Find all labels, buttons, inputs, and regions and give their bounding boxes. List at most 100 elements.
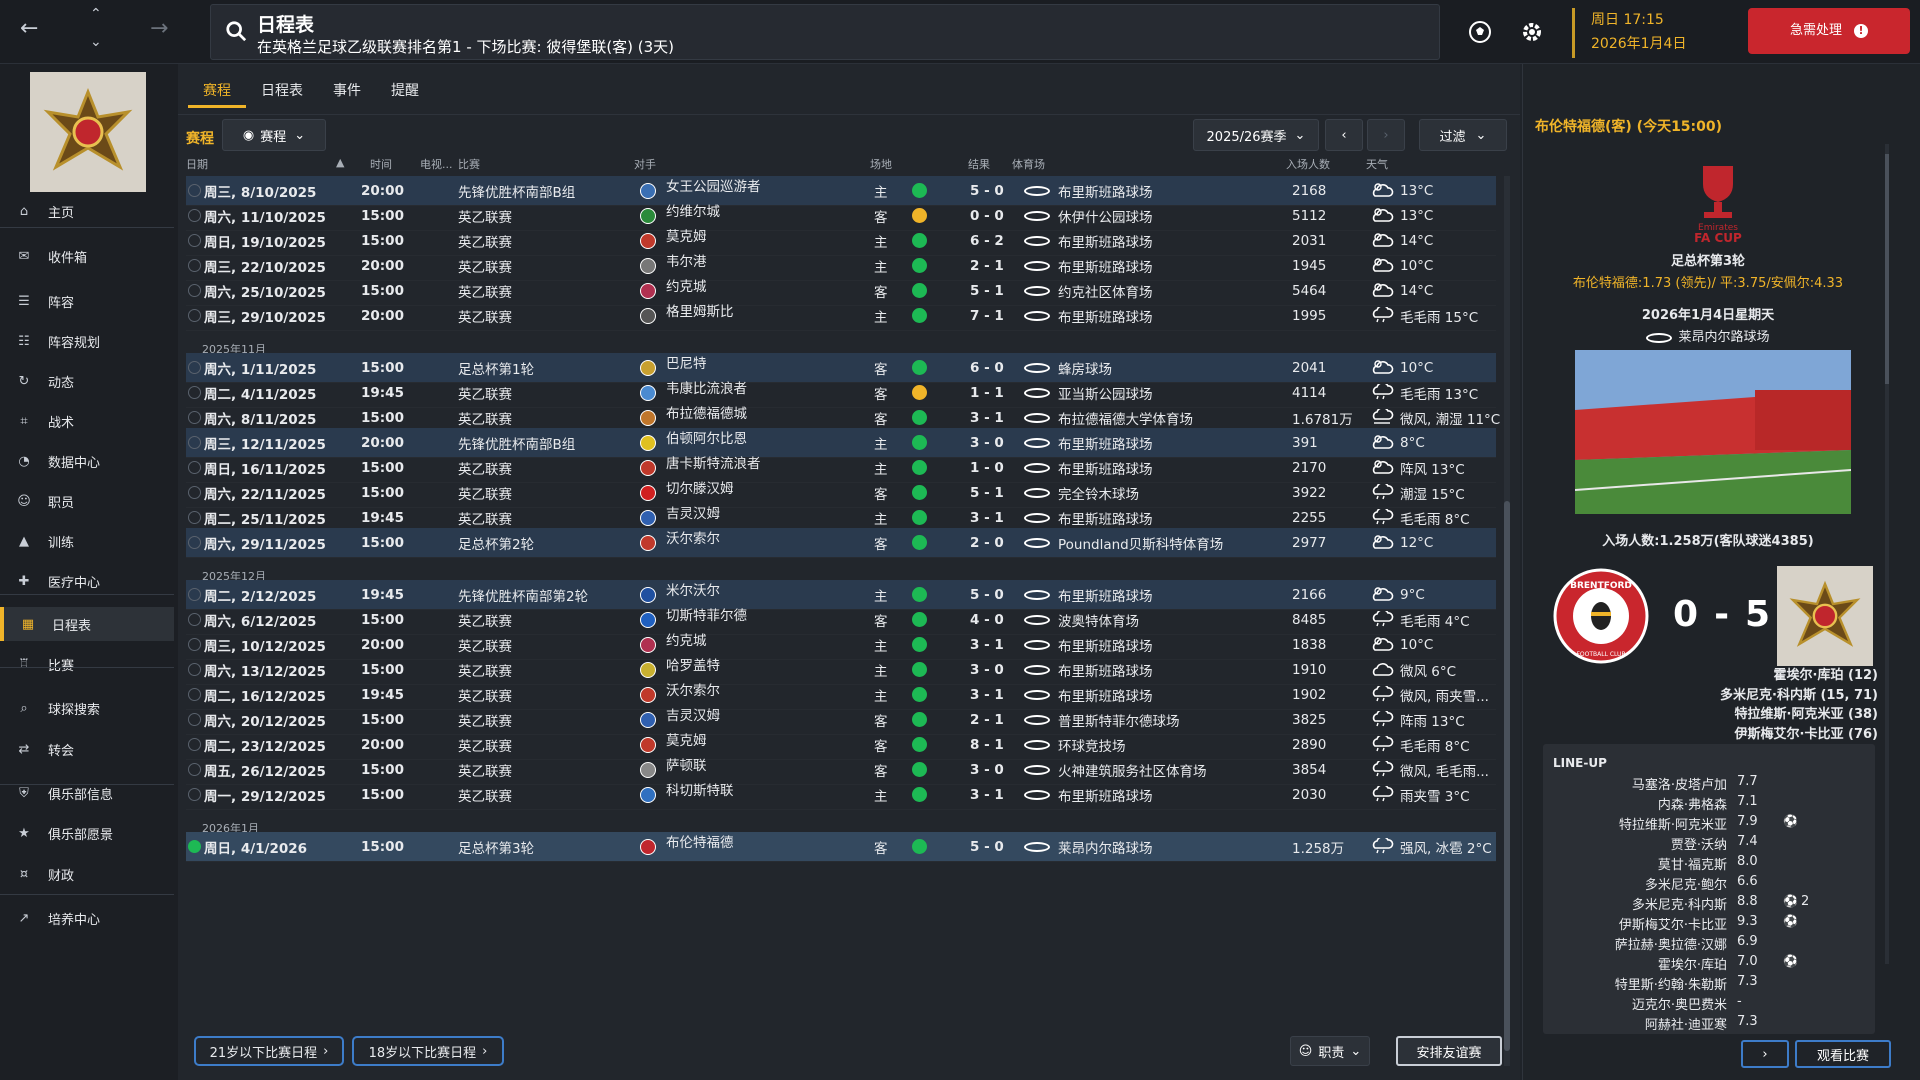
select-checkbox[interactable] — [188, 259, 201, 272]
fixture-competition[interactable]: 先锋优胜杯南部B组 — [458, 181, 575, 201]
col-venue[interactable]: 场地 — [870, 156, 892, 172]
fixture-opponent[interactable]: 米尔沃尔 — [666, 579, 720, 599]
goal-scorer[interactable]: 霍埃尔·库珀 (12) — [1720, 666, 1878, 686]
fixture-opponent[interactable]: 切斯特菲尔德 — [666, 604, 747, 624]
fixture-stadium[interactable]: 布里斯班路球场 — [1058, 256, 1153, 276]
sidebar-item-tactics[interactable]: ⌗ 战术 — [0, 404, 174, 438]
col-attendance[interactable]: 入场人数 — [1286, 156, 1330, 172]
fixture-stadium[interactable]: 约克社区体育场 — [1058, 281, 1153, 301]
sidebar-item-vision[interactable]: ★ 俱乐部愿景 — [0, 816, 174, 850]
gear-icon[interactable] — [1518, 18, 1546, 46]
fixture-score[interactable]: 0 - 0 — [970, 208, 1004, 224]
fixture-competition[interactable]: 英乙联赛 — [458, 710, 512, 730]
sidebar-item-transfer[interactable]: ⇄ 转会 — [0, 732, 174, 766]
fixture-opponent[interactable]: 沃尔索尔 — [666, 679, 720, 699]
select-checkbox[interactable] — [188, 713, 201, 726]
fixture-competition[interactable]: 英乙联赛 — [458, 785, 512, 805]
current-date[interactable]: 周日 17:15 2026年1月4日 — [1572, 8, 1728, 58]
fixture-opponent[interactable]: 沃尔索尔 — [666, 527, 720, 547]
brentford-badge-icon[interactable]: BRENTFORD FOOTBALL CLUB — [1553, 568, 1649, 664]
fixture-opponent[interactable]: 伯顿阿尔比恩 — [666, 427, 747, 447]
fixture-stadium[interactable]: 蜂房球场 — [1058, 358, 1112, 378]
fixture-competition[interactable]: 英乙联赛 — [458, 256, 512, 276]
sidebar-item-dynamics[interactable]: ↻ 动态 — [0, 364, 174, 398]
select-checkbox[interactable] — [188, 788, 201, 801]
fixture-stadium[interactable]: 布拉德福德大学体育场 — [1058, 408, 1193, 428]
fixture-stadium[interactable]: 布里斯班路球场 — [1058, 585, 1153, 605]
select-checkbox[interactable] — [188, 209, 201, 222]
fixture-competition[interactable]: 足总杯第1轮 — [458, 358, 534, 378]
fixture-score[interactable]: 5 - 1 — [970, 283, 1004, 299]
fixture-competition[interactable]: 英乙联赛 — [458, 610, 512, 630]
fixture-score[interactable]: 5 - 1 — [970, 485, 1004, 501]
fixture-score[interactable]: 5 - 0 — [970, 839, 1004, 855]
fixture-score[interactable]: 3 - 1 — [970, 787, 1004, 803]
fixture-row[interactable]: 周日, 4/1/2026 15:00 足总杯第3轮 布伦特福德 客 5 - 0 莱昂内尔路球… — [186, 832, 1496, 862]
fixture-score[interactable]: 2 - 0 — [970, 535, 1004, 551]
sidebar-item-trophy[interactable]: ♖ 比赛 — [0, 647, 174, 681]
fixture-score[interactable]: 3 - 0 — [970, 762, 1004, 778]
sidebar-item-squad[interactable]: ☰ 阵容 — [0, 284, 174, 318]
lineup-row[interactable]: 贾登·沃纳 7.4 — [1543, 834, 1875, 854]
select-checkbox[interactable] — [188, 663, 201, 676]
fixture-stadium[interactable]: 布里斯班路球场 — [1058, 508, 1153, 528]
tab-calendar[interactable]: 日程表 — [246, 72, 318, 108]
fixture-competition[interactable]: 英乙联赛 — [458, 508, 512, 528]
select-checkbox[interactable] — [188, 284, 201, 297]
fixture-stadium[interactable]: 布里斯班路球场 — [1058, 785, 1153, 805]
select-checkbox[interactable] — [188, 184, 201, 197]
search-bar[interactable]: 日程表 在英格兰足球乙级联赛排名第1 - 下场比赛: 彼得堡联(客) (3天) — [210, 4, 1440, 60]
fixture-row[interactable]: 周三, 29/10/2025 20:00 英乙联赛 格里姆斯比 主 7 - 1 布里斯班路球… — [186, 301, 1496, 331]
fixture-score[interactable]: 5 - 0 — [970, 587, 1004, 603]
goal-scorer[interactable]: 特拉维斯·阿克米亚 (38) — [1720, 705, 1878, 725]
select-checkbox[interactable] — [188, 361, 201, 374]
filter-dropdown[interactable]: 过滤 ⌄ — [1419, 119, 1507, 151]
select-checkbox[interactable] — [188, 536, 201, 549]
tab-fixtures[interactable]: 赛程 — [188, 72, 246, 108]
fixture-competition[interactable]: 英乙联赛 — [458, 660, 512, 680]
fixture-competition[interactable]: 英乙联赛 — [458, 735, 512, 755]
fixture-opponent[interactable]: 约克城 — [666, 275, 707, 295]
urgent-button[interactable]: 急需处理! — [1748, 8, 1910, 54]
select-checkbox[interactable] — [188, 436, 201, 449]
fixture-row[interactable]: 周六, 29/11/2025 15:00 足总杯第2轮 沃尔索尔 客 2 - 0 Pound… — [186, 528, 1496, 558]
sidebar-item-finance[interactable]: ¤ 财政 — [0, 857, 174, 891]
fixture-opponent[interactable]: 约克城 — [666, 629, 707, 649]
fixture-competition[interactable]: 足总杯第3轮 — [458, 837, 534, 857]
fixture-competition[interactable]: 英乙联赛 — [458, 408, 512, 428]
lineup-row[interactable]: 特里斯·约翰·朱勒斯 7.3 — [1543, 974, 1875, 994]
fixture-opponent[interactable]: 巴尼特 — [666, 352, 707, 372]
fixture-competition[interactable]: 先锋优胜杯南部B组 — [458, 433, 575, 453]
fixture-opponent[interactable]: 韦尔港 — [666, 250, 707, 270]
fixture-opponent[interactable]: 女王公园巡游者 — [666, 175, 761, 195]
scrollbar-thumb[interactable] — [1504, 501, 1510, 1051]
tab-reminders[interactable]: 提醒 — [376, 72, 434, 108]
fixture-opponent[interactable]: 哈罗盖特 — [666, 654, 720, 674]
fixture-opponent[interactable]: 布拉德福德城 — [666, 402, 747, 422]
fixture-score[interactable]: 1 - 0 — [970, 460, 1004, 476]
col-stadium[interactable]: 体育场 — [1012, 156, 1045, 172]
fixture-stadium[interactable]: 莱昂内尔路球场 — [1058, 837, 1153, 857]
lineup-row[interactable]: 内森·弗格森 7.1 — [1543, 794, 1875, 814]
sidebar-item-development[interactable]: ↗ 培养中心 — [0, 901, 174, 935]
tab-events[interactable]: 事件 — [318, 72, 376, 108]
col-opponent[interactable]: 对手 — [634, 156, 656, 172]
lineup-row[interactable]: 马塞洛·皮塔卢加 7.7 — [1543, 774, 1875, 794]
fixture-stadium[interactable]: 普里斯特菲尔德球场 — [1058, 710, 1180, 730]
next-season-button[interactable]: › — [1367, 119, 1405, 151]
goal-scorer[interactable]: 多米尼克·科内斯 (15, 71) — [1720, 686, 1878, 706]
fixture-competition[interactable]: 英乙联赛 — [458, 483, 512, 503]
fixture-score[interactable]: 3 - 1 — [970, 637, 1004, 653]
fixture-opponent[interactable]: 切尔滕汉姆 — [666, 477, 734, 497]
sidebar-item-clipboard[interactable]: ☷ 阵容规划 — [0, 324, 174, 358]
fixture-stadium[interactable]: 环球竞技场 — [1058, 735, 1126, 755]
select-checkbox[interactable] — [188, 511, 201, 524]
fixture-score[interactable]: 1 - 1 — [970, 385, 1004, 401]
lineup-row[interactable]: 莫甘·福克斯 8.0 — [1543, 854, 1875, 874]
sidebar-item-data[interactable]: ◔ 数据中心 — [0, 444, 174, 478]
fixture-stadium[interactable]: 布里斯班路球场 — [1058, 306, 1153, 326]
sidebar-item-shield[interactable]: ⛨ 俱乐部信息 — [0, 776, 174, 810]
fixture-competition[interactable]: 先锋优胜杯南部第2轮 — [458, 585, 588, 605]
lineup-row[interactable]: 多米尼克·科内斯 8.8 ⚽ 2 — [1543, 894, 1875, 914]
lineup-row[interactable]: 霍埃尔·库珀 7.0 ⚽ — [1543, 954, 1875, 974]
